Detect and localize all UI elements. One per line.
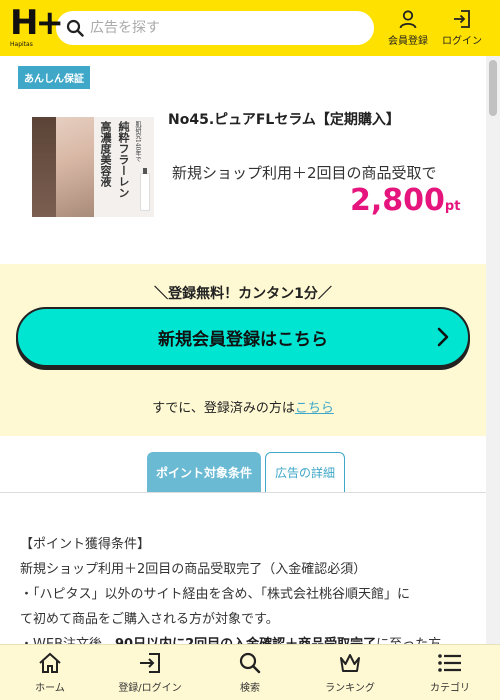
logo-mark: H+ [10, 3, 64, 43]
detail-tabs: ポイント対象条件 広告の詳細 [147, 452, 346, 492]
login-icon [454, 10, 470, 28]
login-label: ログイン [442, 36, 482, 47]
guarantee-badge: あんしん保証 [18, 66, 90, 89]
point-conditions-text: 【ポイント獲得条件】 新規ショップ利用＋2回目の商品受取完了（入金確認必須） ・… [20, 532, 472, 657]
list-icon [438, 653, 461, 672]
register-label: 会員登録 [388, 36, 428, 47]
nav-search[interactable]: 検索 [200, 645, 300, 700]
points-value: 2,800 [350, 183, 445, 218]
user-icon [399, 10, 417, 29]
tab-divider [0, 492, 486, 493]
login-button[interactable]: ログイン [442, 9, 482, 47]
nav-home-label: ホーム [35, 682, 65, 694]
serum-bottle [140, 168, 150, 211]
points-amount: 2,800pt [350, 183, 460, 218]
tab-point-conditions[interactable]: ポイント対象条件 [147, 452, 262, 492]
points-unit: pt [444, 199, 461, 214]
image-copy-main-1: 純粋フラーレン [117, 121, 130, 198]
bottom-navigation: ホーム 登録/ログイン 検索 ランキング カテゴリ [0, 644, 500, 700]
register-button-label: 新規会員登録はこちら [158, 329, 328, 350]
point-condition: 新規ショップ利用＋2回目の商品受取で [172, 164, 437, 182]
nav-home[interactable]: ホーム [0, 645, 100, 700]
conditions-line: 新規ショップ利用＋2回目の商品受取完了（入金確認必須） [20, 562, 367, 577]
already-registered: すでに、登録済みの方はこちら [0, 397, 486, 416]
search-input[interactable] [90, 20, 350, 36]
header: H+ Hapitas 会員登録 ログイン [0, 0, 500, 56]
conditions-line: て初めて商品をご購入される方が対象です。 [20, 612, 279, 627]
home-icon [39, 652, 61, 673]
hapitas-logo[interactable]: H+ Hapitas [10, 3, 64, 50]
image-copy-main-2: 高濃度美容液 [99, 121, 112, 187]
register-button[interactable]: 会員登録 [388, 9, 428, 47]
crown-icon [340, 653, 360, 672]
conditions-line: ・「ハピタス」以外のサイト経由を含め、「株式会社桃谷順天館」に [20, 587, 411, 602]
page-scrollbar[interactable] [486, 56, 500, 644]
new-member-register-button[interactable]: 新規会員登録はこちら [16, 307, 470, 367]
nav-ranking[interactable]: ランキング [300, 645, 400, 700]
logo-text: Hapitas [10, 41, 33, 48]
signup-lead: ＼登録無料！カンタン1分／ [154, 286, 332, 302]
nav-ranking-label: ランキング [325, 682, 375, 694]
nav-login[interactable]: 登録/ログイン [100, 645, 200, 700]
already-login-link[interactable]: こちら [295, 401, 334, 416]
chevron-right-icon [437, 327, 449, 347]
product-image-copy: 肌研究140年で 純粋フラーレン 高濃度美容液 [98, 121, 142, 213]
nav-category-label: カテゴリ [430, 682, 470, 694]
nav-search-label: 検索 [240, 682, 260, 694]
search-bar[interactable] [56, 11, 374, 45]
product-image: 肌研究140年で 純粋フラーレン 高濃度美容液 [32, 117, 154, 217]
search-icon [239, 652, 261, 673]
nav-login-label: 登録/ログイン [118, 682, 182, 694]
model-hair [32, 117, 56, 217]
tab-ad-details[interactable]: 広告の詳細 [265, 452, 346, 492]
already-text: すでに、登録済みの方は [152, 401, 295, 416]
product-name: No45.ピュアFLセラム【定期購入】 [168, 112, 400, 128]
nav-category[interactable]: カテゴリ [400, 645, 500, 700]
conditions-heading: 【ポイント獲得条件】 [20, 537, 151, 552]
search-icon [66, 19, 84, 37]
scrollbar-thumb[interactable] [489, 60, 497, 116]
login-icon [140, 652, 160, 673]
